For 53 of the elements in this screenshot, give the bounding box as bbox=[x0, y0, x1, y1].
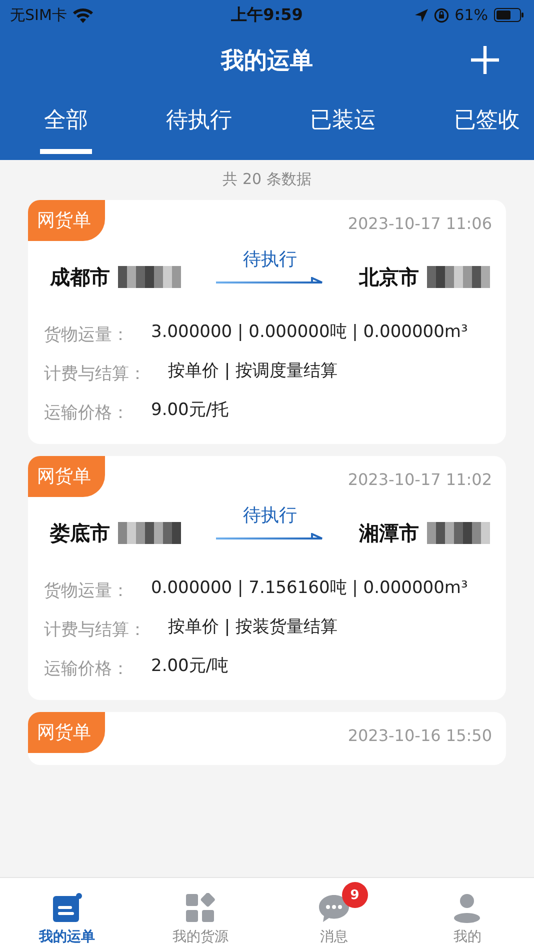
order-card[interactable]: 网货单 2023-10-17 11:06 成都市 待执行 北京市 货物运量： 3.000000 | 0.000000吨 | 0.000000m³ 计费与结算： 按单价 | 按调度量结算 运输价格： 9.00元/托 bbox=[28, 200, 506, 444]
field-value: 按单价 | 按调度量结算 bbox=[168, 360, 338, 383]
order-type-tag: 网货单 bbox=[28, 200, 105, 241]
nav-tab[interactable]: 消息 9 bbox=[267, 878, 400, 950]
unread-badge: 9 bbox=[342, 882, 368, 908]
field-label: 货物运量： bbox=[44, 580, 129, 602]
field-value: 3.000000 | 0.000000吨 | 0.000000m³ bbox=[151, 321, 468, 344]
redacted-text bbox=[427, 266, 490, 288]
order-status: 待执行 bbox=[243, 504, 297, 527]
field-label: 运输价格： bbox=[44, 658, 129, 680]
page-title: 我的运单 bbox=[221, 46, 313, 76]
redacted-text bbox=[118, 522, 181, 544]
field-label: 计费与结算： bbox=[44, 619, 146, 641]
record-count: 共 20 条数据 bbox=[222, 169, 312, 190]
person-icon bbox=[453, 893, 482, 923]
carrier-label: 无SIM卡 bbox=[10, 6, 67, 24]
clock-time: 上午9:59 bbox=[231, 4, 303, 26]
redacted-text bbox=[427, 522, 490, 544]
order-type-tag: 网货单 bbox=[28, 712, 105, 753]
filter-tab[interactable]: 全部 bbox=[40, 98, 92, 154]
order-status: 待执行 bbox=[243, 248, 297, 271]
nav-tab[interactable]: 我的运单 bbox=[0, 878, 134, 950]
origin-city: 成都市 bbox=[50, 264, 110, 290]
destination-city: 湘潭市 bbox=[359, 520, 419, 546]
field-value: 9.00元/托 bbox=[151, 399, 229, 422]
filter-tab[interactable]: 已装运 bbox=[306, 98, 380, 154]
chat-icon bbox=[318, 893, 350, 923]
filter-tab[interactable]: 待执行 bbox=[162, 98, 236, 154]
grid-icon bbox=[185, 893, 216, 923]
field-value: 按单价 | 按装货量结算 bbox=[168, 616, 338, 639]
order-time: 2023-10-16 15:50 bbox=[348, 725, 493, 745]
field-label: 货物运量： bbox=[44, 324, 129, 346]
rotation-lock-icon bbox=[434, 8, 449, 22]
field-value: 0.000000 | 7.156160吨 | 0.000000m³ bbox=[151, 577, 468, 600]
redacted-text bbox=[118, 266, 181, 288]
location-arrow-icon bbox=[414, 8, 428, 22]
battery-percent: 61% bbox=[454, 6, 488, 24]
nav-tab[interactable]: 我的货源 bbox=[134, 878, 267, 950]
origin-city: 娄底市 bbox=[50, 520, 110, 546]
destination-city: 北京市 bbox=[359, 264, 419, 290]
nav-tab[interactable]: 我的 bbox=[400, 878, 534, 950]
field-label: 计费与结算： bbox=[44, 363, 146, 385]
add-icon[interactable] bbox=[470, 45, 500, 75]
battery-icon bbox=[494, 8, 524, 22]
order-card[interactable]: 网货单 2023-10-17 11:02 娄底市 待执行 湘潭市 货物运量： 0.000000 | 7.156160吨 | 0.000000m³ 计费与结算： 按单价 | 按装货量结算 运输价格： 2.00元/吨 bbox=[28, 456, 506, 700]
field-label: 运输价格： bbox=[44, 402, 129, 424]
field-value: 2.00元/吨 bbox=[151, 655, 229, 678]
order-type-tag: 网货单 bbox=[28, 456, 105, 497]
order-time: 2023-10-17 11:02 bbox=[348, 469, 493, 489]
order-time: 2023-10-17 11:06 bbox=[348, 213, 493, 233]
filter-tab[interactable]: 已签收 bbox=[450, 98, 524, 154]
wifi-icon bbox=[72, 8, 93, 22]
document-icon bbox=[52, 893, 82, 923]
